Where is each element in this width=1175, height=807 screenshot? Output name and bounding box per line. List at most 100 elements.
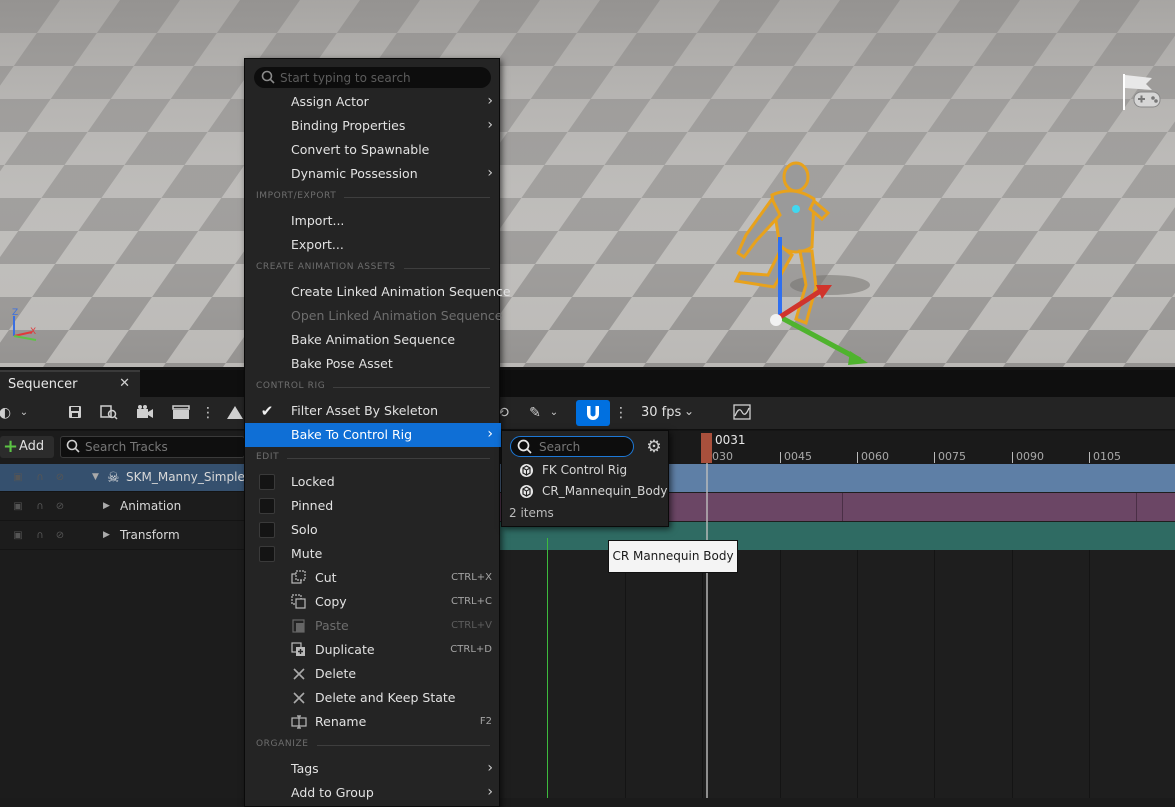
checkbox[interactable] bbox=[259, 546, 275, 562]
menu-item-mute[interactable]: Mute bbox=[245, 542, 501, 566]
sequencer-tab-bar: Sequencer ✕ bbox=[0, 370, 1175, 397]
menu-item-label: Delete bbox=[315, 666, 357, 681]
shortcut-label: CTRL+X bbox=[451, 572, 492, 583]
checkbox[interactable] bbox=[259, 522, 275, 538]
duplicate-icon bbox=[291, 642, 305, 656]
playhead-handle[interactable] bbox=[701, 433, 712, 463]
game-controller-flag-icon[interactable] bbox=[1120, 72, 1164, 112]
lock-icon[interactable]: ▣ bbox=[12, 472, 24, 484]
list-item[interactable]: CR_Mannequin_Body bbox=[502, 481, 668, 502]
fps-selector[interactable]: 30 fps bbox=[641, 405, 681, 420]
menu-item-bake-animation-sequence[interactable]: Bake Animation Sequence bbox=[245, 328, 501, 352]
menu-item-label: Bake Animation Sequence bbox=[291, 332, 456, 347]
chevron-down-icon[interactable]: ⌄ bbox=[15, 404, 33, 422]
more-icon[interactable]: ⋮ bbox=[199, 404, 217, 422]
list-item[interactable]: FK Control Rig bbox=[502, 460, 668, 481]
magnet-icon[interactable] bbox=[576, 400, 610, 426]
chevron-down-icon[interactable]: ⌄ bbox=[545, 404, 563, 422]
menu-item-label: Assign Actor bbox=[291, 94, 369, 109]
camera-icon[interactable] bbox=[136, 404, 154, 422]
track-row[interactable]: ▣ ∩ ⊘ ▶ Transform bbox=[0, 522, 245, 550]
menu-item-add-to-group[interactable]: Add to Group › bbox=[245, 781, 501, 805]
menu-item-convert-to-spawnable[interactable]: Convert to Spawnable bbox=[245, 138, 501, 162]
clapper-icon[interactable] bbox=[172, 404, 190, 422]
snap-options-icon[interactable]: ⋮ bbox=[612, 404, 630, 422]
expand-triangle-icon[interactable]: ▶ bbox=[103, 501, 110, 511]
menu-item-label: Filter Asset By Skeleton bbox=[291, 403, 439, 418]
menu-item-filter-asset-by-skeleton[interactable]: ✔ Filter Asset By Skeleton bbox=[245, 399, 501, 423]
skeletal-mesh-character[interactable] bbox=[710, 155, 880, 367]
menu-item-pinned[interactable]: Pinned bbox=[245, 494, 501, 518]
mute-icon[interactable]: ⊘ bbox=[54, 501, 66, 513]
submenu-search-input[interactable] bbox=[539, 438, 629, 455]
menu-item-export[interactable]: Export... bbox=[245, 233, 501, 257]
tab-sequencer[interactable]: Sequencer ✕ bbox=[0, 370, 140, 397]
menu-item-delete[interactable]: Delete bbox=[245, 662, 501, 686]
menu-item-assign-actor[interactable]: Assign Actor › bbox=[245, 90, 501, 114]
expand-triangle-icon[interactable]: ▶ bbox=[103, 530, 110, 540]
checkmark-icon[interactable]: ✔ bbox=[259, 403, 275, 419]
gear-icon[interactable]: ⚙ bbox=[644, 437, 664, 457]
curve-editor-icon[interactable] bbox=[733, 404, 751, 422]
track-row[interactable]: ▣ ∩ ⊘ ▶ Animation bbox=[0, 493, 245, 521]
menu-item-binding-properties[interactable]: Binding Properties › bbox=[245, 114, 501, 138]
menu-item-cut[interactable]: Cut CTRL+X bbox=[245, 566, 501, 590]
menu-item-bake-pose-asset[interactable]: Bake Pose Asset bbox=[245, 352, 501, 376]
menu-item-bake-to-control-rig[interactable]: Bake To Control Rig › bbox=[245, 423, 501, 447]
lock-icon[interactable]: ▣ bbox=[12, 501, 24, 513]
menu-item-open-linked-animation-sequence: Open Linked Animation Sequence bbox=[245, 304, 502, 328]
mute-icon[interactable]: ⊘ bbox=[54, 472, 66, 484]
copy-icon bbox=[291, 594, 306, 609]
menu-search-field[interactable] bbox=[254, 67, 491, 88]
menu-item-import[interactable]: Import... bbox=[245, 209, 501, 233]
mute-icon[interactable]: ⊘ bbox=[54, 530, 66, 542]
section-import-export: IMPORT/EXPORT bbox=[256, 191, 490, 205]
submenu-search-field[interactable] bbox=[510, 436, 634, 457]
expand-triangle-icon[interactable]: ▼ bbox=[92, 472, 99, 482]
grid-line bbox=[780, 550, 781, 807]
menu-item-label: Tags bbox=[291, 761, 319, 776]
headphones-icon[interactable]: ∩ bbox=[34, 472, 46, 484]
headphones-icon[interactable]: ∩ bbox=[34, 530, 46, 542]
globe-icon[interactable]: ◐ bbox=[0, 404, 14, 422]
menu-item-create-linked-animation-sequence[interactable]: Create Linked Animation Sequence bbox=[245, 280, 511, 304]
headphones-icon[interactable]: ∩ bbox=[34, 501, 46, 513]
menu-item-label: Mute bbox=[291, 546, 323, 561]
menu-item-label: Create Linked Animation Sequence bbox=[291, 284, 511, 299]
menu-item-locked[interactable]: Locked bbox=[245, 470, 501, 494]
menu-item-label: Dynamic Possession bbox=[291, 166, 418, 181]
section-title: CONTROL RIG bbox=[256, 381, 334, 391]
item-count: 2 items bbox=[509, 506, 554, 520]
menu-item-tags[interactable]: Tags › bbox=[245, 757, 501, 781]
menu-item-label: Binding Properties bbox=[291, 118, 406, 133]
menu-item-label: Duplicate bbox=[315, 642, 375, 657]
menu-item-dynamic-possession[interactable]: Dynamic Possession › bbox=[245, 162, 501, 186]
checkbox[interactable] bbox=[259, 474, 275, 490]
tick-mark bbox=[934, 452, 935, 463]
menu-item-duplicate[interactable]: Duplicate CTRL+D bbox=[245, 638, 501, 662]
save-icon[interactable] bbox=[66, 404, 84, 422]
add-track-button[interactable]: + Add bbox=[0, 436, 54, 458]
menu-item-delete-and-keep-state[interactable]: Delete and Keep State bbox=[245, 686, 501, 710]
search-tracks-input[interactable] bbox=[85, 438, 240, 456]
section-edit: EDIT bbox=[256, 452, 490, 466]
checkbox[interactable] bbox=[259, 498, 275, 514]
find-icon[interactable] bbox=[100, 404, 118, 422]
render-icon[interactable] bbox=[226, 404, 244, 422]
level-viewport[interactable]: Z X bbox=[0, 0, 1175, 367]
lock-icon[interactable]: ▣ bbox=[12, 530, 24, 542]
menu-item-copy[interactable]: Copy CTRL+C bbox=[245, 590, 501, 614]
close-icon[interactable]: ✕ bbox=[119, 376, 130, 391]
menu-search-input[interactable] bbox=[280, 69, 480, 86]
chevron-right-icon: › bbox=[487, 93, 493, 109]
search-tracks-field[interactable] bbox=[60, 436, 245, 458]
chevron-down-icon[interactable]: ⌄ bbox=[684, 404, 694, 418]
playhead-line bbox=[706, 463, 708, 807]
svg-text:Z: Z bbox=[12, 308, 18, 318]
brush-icon[interactable]: ✎ bbox=[526, 404, 544, 422]
menu-item-rename[interactable]: Rename F2 bbox=[245, 710, 501, 734]
cut-icon bbox=[291, 570, 306, 584]
menu-item-solo[interactable]: Solo bbox=[245, 518, 501, 542]
track-row[interactable]: ▣ ∩ ⊘ ▼ ☠ SKM_Manny_Simple bbox=[0, 464, 245, 492]
grid-line bbox=[1089, 550, 1090, 807]
